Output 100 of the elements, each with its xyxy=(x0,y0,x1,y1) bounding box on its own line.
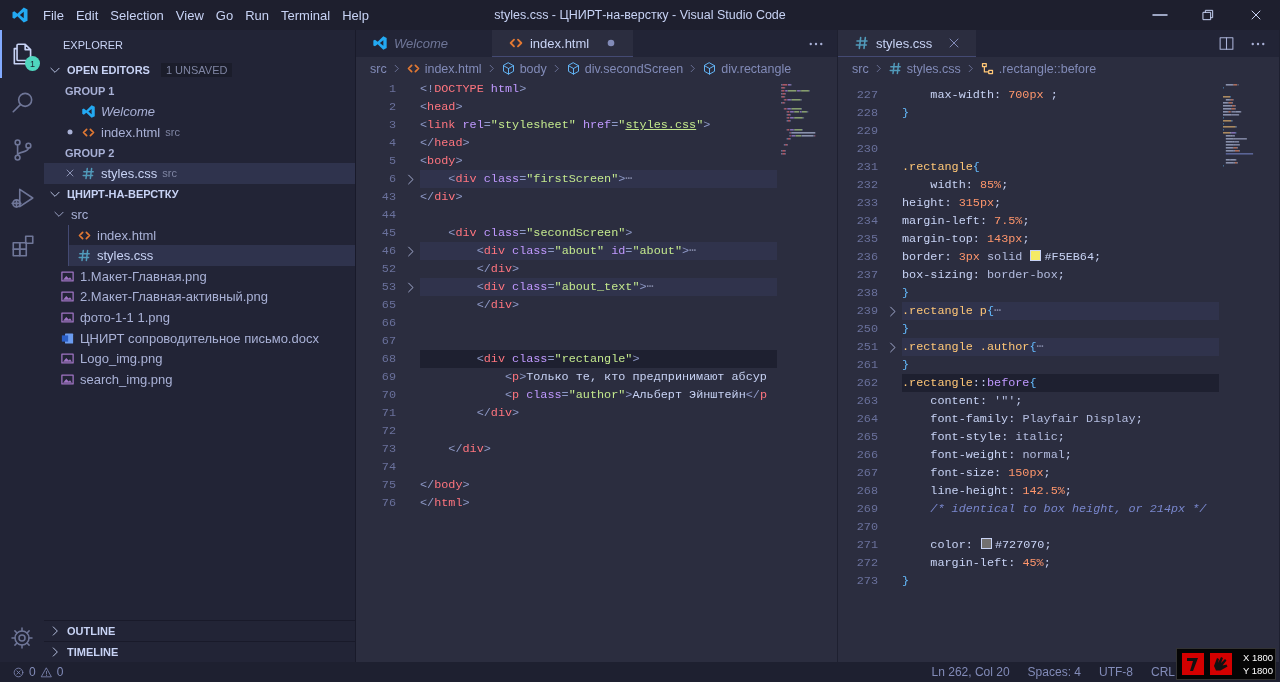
hash-icon xyxy=(887,61,903,76)
menu-item[interactable]: Selection xyxy=(104,4,170,26)
section-header[interactable]: ЦНИРТ-НА-ВЕРСТКУ xyxy=(44,183,355,205)
line-number: 76 xyxy=(380,496,397,510)
code-line: font-size: 150px; xyxy=(929,465,1052,482)
warning-icon xyxy=(39,665,53,679)
tree-item[interactable]: фото-1-1 1.png xyxy=(44,307,355,328)
cube-icon xyxy=(565,61,581,76)
line-number: 230 xyxy=(855,142,879,156)
menu-item[interactable]: File xyxy=(37,4,70,26)
breadcrumb-item[interactable]: index.html xyxy=(405,61,482,76)
line-number: 235 xyxy=(855,232,879,246)
code-line: </html> xyxy=(420,495,471,512)
menu-item[interactable]: Run xyxy=(239,4,275,26)
line-number: 3 xyxy=(387,118,397,132)
line-number: 271 xyxy=(855,538,879,552)
menu-item[interactable]: Terminal xyxy=(275,4,337,26)
tree-item[interactable]: ЦНИРТ сопроводительное письмо.docx xyxy=(44,327,355,349)
breadcrumb-item[interactable]: styles.css xyxy=(887,61,961,76)
menu-item[interactable]: Go xyxy=(209,4,240,26)
tree-item[interactable]: 1.Макет-Главная.png xyxy=(44,265,355,287)
open-editor-item[interactable]: styles.css src xyxy=(44,162,355,184)
breadcrumb-item[interactable]: src xyxy=(852,61,869,76)
line-number: 1 xyxy=(387,82,397,96)
status-item[interactable]: Spaces: 4 xyxy=(1027,665,1081,679)
status-item[interactable]: Ln 262, Col 20 xyxy=(931,665,1010,679)
line-number: 52 xyxy=(380,262,397,276)
line-number: 228 xyxy=(855,106,879,120)
code-line: <link rel="stylesheet" href="styles.css"> xyxy=(420,117,712,134)
tree-item[interactable]: Logo_img.png xyxy=(44,348,355,369)
code-line: } xyxy=(902,573,911,590)
line-number: 6 xyxy=(387,172,397,186)
line-number: 71 xyxy=(380,406,397,420)
image-file-icon xyxy=(60,351,75,367)
line-number: 65 xyxy=(380,298,397,312)
code-line: } xyxy=(902,357,911,374)
settings-icon[interactable] xyxy=(10,626,34,650)
line-number: 265 xyxy=(855,430,879,444)
line-number: 70 xyxy=(380,388,397,402)
code-line: max-width: 700px ; xyxy=(929,87,1059,104)
menu-item[interactable]: View xyxy=(169,4,210,26)
hand-tile-icon[interactable] xyxy=(1209,652,1233,676)
line-number: 233 xyxy=(855,196,879,210)
breadcrumb-item[interactable]: div.secondScreen xyxy=(565,61,684,76)
open-editor-item[interactable]: Welcome xyxy=(44,101,355,122)
breadcrumb-item[interactable]: src xyxy=(370,61,387,76)
code-line: <p>Только те, кто предпринимают абсур xyxy=(503,369,768,386)
line-number: 72 xyxy=(380,424,397,438)
line-number: 270 xyxy=(855,520,879,534)
split-editor-icon[interactable] xyxy=(1218,35,1235,52)
line-number: 67 xyxy=(380,334,397,348)
error-count: 0 xyxy=(29,665,36,679)
section-header[interactable]: OUTLINE xyxy=(44,620,355,641)
line-number: 268 xyxy=(855,484,879,498)
menu-item[interactable]: Help xyxy=(336,4,375,26)
code-line: box-sizing: border-box; xyxy=(902,267,1066,284)
line-number: 263 xyxy=(855,394,879,408)
warning-count: 0 xyxy=(56,665,64,679)
tree-item[interactable]: 2.Макет-Главная-активный.png xyxy=(44,286,355,308)
selector-icon xyxy=(979,61,995,76)
status-item[interactable]: CRL xyxy=(1151,665,1175,679)
status-item[interactable]: UTF-8 xyxy=(1099,665,1133,679)
vscode-logo-icon xyxy=(81,104,96,119)
code-line: font-style: italic; xyxy=(929,429,1066,446)
code-line: width: 85%; xyxy=(929,177,1010,194)
code-line: </div> xyxy=(447,441,492,458)
line-number: 269 xyxy=(855,502,879,516)
line-number: 267 xyxy=(855,466,879,480)
folder-row[interactable]: src xyxy=(44,204,355,225)
tree-item[interactable]: styles.css xyxy=(69,245,355,266)
unsaved-badge: 1 UNSAVED xyxy=(160,63,233,78)
section-header[interactable]: OPEN EDITORS 1 UNSAVED xyxy=(44,60,355,81)
code-line: margin-top: 143px; xyxy=(902,231,1031,248)
editor-tab[interactable]: styles.css xyxy=(838,30,977,57)
line-number: 236 xyxy=(855,250,879,264)
line-number: 46 xyxy=(380,244,397,258)
tree-item[interactable]: index.html xyxy=(69,224,355,246)
tree-item[interactable]: search_img.png xyxy=(44,368,355,390)
breadcrumb-item[interactable]: body xyxy=(500,61,547,76)
code-line: <!DOCTYPE html> xyxy=(420,81,528,98)
code-line: /* identical to box height, or 214px */ xyxy=(929,501,1208,518)
menu-item[interactable]: Edit xyxy=(69,4,105,26)
vscode-logo-icon xyxy=(372,35,388,51)
breadcrumb-item[interactable]: div.rectangle xyxy=(702,61,792,76)
code-line: font-weight: normal; xyxy=(929,447,1073,464)
code-line: </div> xyxy=(420,189,464,206)
figure-tile-icon[interactable] xyxy=(1181,652,1205,676)
code-line: line-height: 142.5%; xyxy=(929,483,1073,500)
line-number: 43 xyxy=(380,190,397,204)
open-editor-item[interactable]: index.html src xyxy=(44,121,355,143)
code-line: <p class="author">Альберт Эйнштейн</p xyxy=(503,387,768,404)
group-label: GROUP 2 xyxy=(64,145,116,161)
editor-tab[interactable]: index.html xyxy=(491,30,634,57)
code-line: } xyxy=(902,105,911,122)
line-number: 261 xyxy=(855,358,879,372)
vscode-logo-icon xyxy=(11,6,29,24)
line-number: 238 xyxy=(855,286,879,300)
code-line: <div class="secondScreen"> xyxy=(447,225,634,242)
code-line: <head> xyxy=(420,99,464,116)
breadcrumb-item[interactable]: .rectangle::before xyxy=(979,61,1097,76)
